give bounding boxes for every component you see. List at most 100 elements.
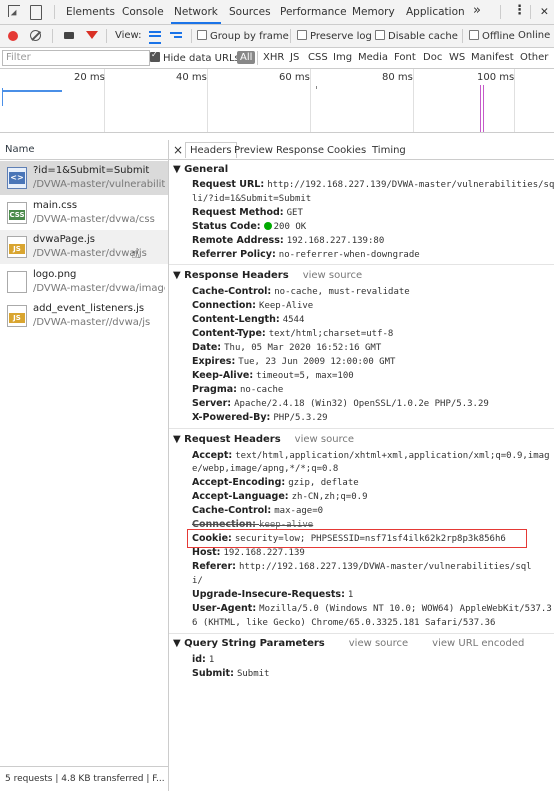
tab-performance[interactable]: Performance — [280, 6, 347, 18]
filter-icon[interactable] — [86, 31, 98, 39]
filter-type-doc[interactable]: Doc — [423, 52, 442, 63]
request-row[interactable]: <> ?id=1&Submit=Submit /DVWA-master/vuln… — [0, 161, 168, 195]
general-section-header[interactable]: ▼ General — [173, 164, 228, 175]
close-devtools-icon[interactable]: ✕ — [540, 6, 549, 18]
name-column-header[interactable]: Name — [0, 140, 168, 160]
request-header-row: User-Agent: Mozilla/5.0 (Windows NT 10.0… — [192, 603, 552, 614]
toolbar-divider — [54, 5, 55, 19]
status-summary: 5 requests | 4.8 KB transferred | F... — [5, 774, 165, 784]
more-options-icon[interactable]: ⋮ — [513, 3, 526, 18]
hide-data-urls-checkbox[interactable]: Hide data URLs — [150, 50, 240, 64]
toolbar-divider — [106, 29, 107, 43]
request-name: dvwaPage.js — [33, 234, 95, 245]
request-header-row: Cache-Control: max-age=0 — [192, 505, 324, 516]
screenshot-camera-icon[interactable] — [64, 32, 74, 39]
query-param-row: id: 1 — [192, 654, 215, 665]
filter-type-font[interactable]: Font — [394, 52, 416, 63]
filter-type-manifest[interactable]: Manifest — [471, 52, 514, 63]
toolbar-divider — [52, 29, 53, 43]
offline-checkbox[interactable]: Offline — [469, 30, 515, 42]
request-headers-section-header[interactable]: ▼ Request Headers view source — [173, 434, 354, 445]
request-row[interactable]: logo.png /DVWA-master/dvwa/images — [0, 265, 168, 299]
request-list-panel: Name <> ?id=1&Submit=Submit /DVWA-master… — [0, 140, 169, 791]
request-path: /DVWA-master/dvwa/images — [33, 283, 165, 294]
request-method-row: Request Method: GET — [192, 207, 303, 218]
css-file-icon: CSS — [7, 202, 27, 224]
request-header-row-cont: 6 (KHTML, like Gecko) Chrome/65.0.3325.1… — [192, 618, 496, 628]
view-source-link[interactable]: view source — [295, 434, 354, 445]
view-url-encoded-link[interactable]: view URL encoded — [432, 638, 524, 649]
preserve-log-checkbox[interactable]: Preserve log — [297, 30, 372, 42]
load-event-marker — [483, 85, 484, 132]
request-row[interactable]: JS add_event_listeners.js /DVWA-master//… — [0, 299, 168, 333]
large-rows-icon[interactable] — [149, 31, 161, 44]
network-overview-timeline[interactable]: 20 ms 40 ms 60 ms 80 ms 100 ms — [0, 69, 554, 133]
section-divider — [169, 633, 554, 634]
filter-type-media[interactable]: Media — [358, 52, 388, 63]
query-params-section-header[interactable]: ▼ Query String Parameters view source view… — [173, 638, 524, 649]
toolbar-divider — [462, 29, 463, 43]
more-tabs-icon[interactable]: » — [473, 3, 481, 18]
tab-timing[interactable]: Timing — [372, 145, 406, 156]
tab-network[interactable]: Network — [171, 6, 221, 24]
group-by-frame-checkbox[interactable]: Group by frame — [197, 30, 289, 42]
tab-memory[interactable]: Memory — [352, 6, 395, 18]
status-ok-icon — [263, 222, 272, 230]
filter-type-other[interactable]: Other — [520, 52, 548, 63]
tab-elements[interactable]: Elements — [66, 6, 115, 18]
timeline-tick-label: 60 ms — [279, 72, 310, 83]
devtools-toolbar: Elements Console Network Sources Perform… — [0, 0, 554, 25]
response-header-row: Connection: Keep-Alive — [192, 300, 314, 311]
disable-cache-label: Disable cache — [388, 31, 458, 42]
view-source-link[interactable]: view source — [349, 638, 408, 649]
tab-preview[interactable]: Preview — [234, 145, 273, 156]
section-divider — [169, 264, 554, 265]
response-headers-section-header[interactable]: ▼ Response Headers view source — [173, 270, 362, 281]
filter-type-img[interactable]: Img — [333, 52, 352, 63]
throttling-select[interactable]: Online — [518, 30, 550, 41]
tab-headers[interactable]: Headers — [185, 142, 237, 158]
tab-sources[interactable]: Sources — [229, 6, 271, 18]
tab-response[interactable]: Response — [276, 145, 324, 156]
timeline-gridline — [310, 69, 311, 132]
remote-address-row: Remote Address: 192.168.227.139:80 — [192, 235, 385, 246]
toolbar-divider — [500, 5, 501, 19]
response-header-row: Expires: Tue, 23 Jun 2009 12:00:00 GMT — [192, 356, 396, 367]
timeline-tick-label: 80 ms — [382, 72, 413, 83]
query-param-row: Submit: Submit — [192, 668, 270, 679]
response-header-row: Cache-Control: no-cache, must-revalidate — [192, 286, 410, 297]
request-path: /DVWA-master//dvwa/js — [33, 317, 151, 328]
device-toolbar-icon[interactable] — [30, 5, 42, 20]
image-file-icon — [7, 271, 27, 293]
request-header-row: Accept: text/html,application/xhtml+xml,… — [192, 450, 550, 461]
disable-cache-checkbox[interactable]: Disable cache — [375, 30, 458, 42]
record-icon[interactable] — [8, 31, 18, 41]
filter-type-ws[interactable]: WS — [449, 52, 465, 63]
timeline-gridline — [207, 69, 208, 132]
tab-application[interactable]: Application — [406, 6, 465, 18]
timeline-tick-label: 40 ms — [176, 72, 207, 83]
filter-input[interactable]: Filter — [2, 50, 150, 66]
request-url-row-cont: li/?id=1&Submit=Submit — [192, 194, 312, 204]
request-row[interactable]: CSS main.css /DVWA-master/dvwa/css — [0, 196, 168, 230]
response-header-row: Date: Thu, 05 Mar 2020 16:52:16 GMT — [192, 342, 382, 353]
request-header-row: Upgrade-Insecure-Requests: 1 — [192, 589, 354, 600]
js-file-icon: JS — [7, 236, 27, 258]
request-header-row: Accept-Language: zh-CN,zh;q=0.9 — [192, 491, 368, 502]
filter-type-xhr[interactable]: XHR — [263, 52, 284, 63]
toolbar-divider — [257, 51, 258, 65]
filter-type-all[interactable]: All — [237, 51, 256, 64]
filter-type-js[interactable]: JS — [290, 52, 299, 63]
tab-console[interactable]: Console — [122, 6, 164, 18]
cookie-header-row: Cookie: security=low; PHPSESSID=nsf71sf4… — [192, 533, 506, 544]
tab-cookies[interactable]: Cookies — [327, 145, 366, 156]
close-detail-icon[interactable]: × — [173, 143, 183, 157]
request-name: add_event_listeners.js — [33, 303, 145, 314]
response-header-row: Content-Length: 4544 — [192, 314, 305, 325]
view-source-link[interactable]: view source — [303, 270, 362, 281]
filter-type-css[interactable]: CSS — [308, 52, 328, 63]
status-code-row: Status Code: 200 OK — [192, 221, 307, 232]
request-row[interactable]: JS dvwaPage.js /DVWA-master/dvwa/js ☝ — [0, 230, 168, 264]
response-header-row: Server: Apache/2.4.18 (Win32) OpenSSL/1.… — [192, 398, 489, 409]
timeline-tick-label: 100 ms — [477, 72, 515, 83]
